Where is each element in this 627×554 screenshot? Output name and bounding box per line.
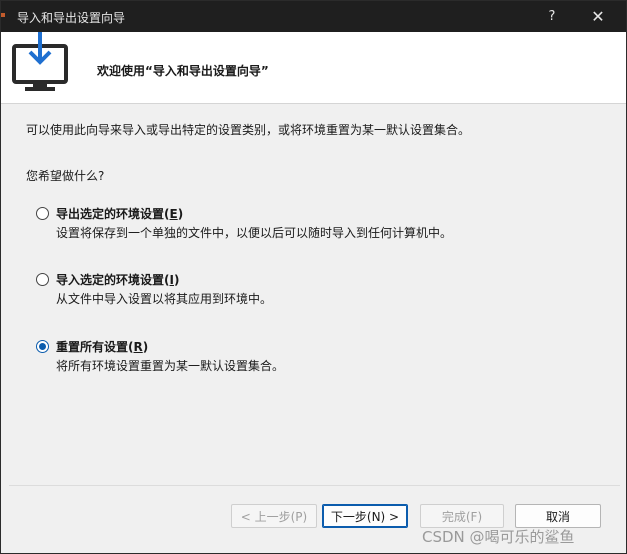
question-text: 您希望做什么? <box>26 169 105 183</box>
help-icon: ? <box>548 9 556 24</box>
help-button[interactable]: ? <box>532 1 572 32</box>
reset-settings-label: 重置所有设置(R) <box>56 340 149 354</box>
footer-divider <box>9 485 620 486</box>
import-settings-radio[interactable] <box>36 273 49 286</box>
back-button[interactable]: < 上一步(P) <box>231 504 317 528</box>
title-accent-mark <box>1 13 5 17</box>
import-settings-description: 从文件中导入设置以将其应用到环境中。 <box>56 292 273 306</box>
window-title: 导入和导出设置向导 <box>17 11 126 25</box>
wizard-header: 欢迎使用“导入和导出设置向导” <box>1 32 626 104</box>
export-settings-label: 导出选定的环境设置(E) <box>56 207 184 221</box>
reset-settings-radio[interactable] <box>36 340 49 353</box>
wizard-window: 导入和导出设置向导 ? ✕ 欢迎使用“导入和导出设置向导” 可以使用此向导来导入… <box>0 0 627 554</box>
import-export-monitor-icon <box>12 32 68 91</box>
intro-text: 可以使用此向导来导入或导出特定的设置类别，或将环境重置为某一默认设置集合。 <box>26 123 471 137</box>
title-bar[interactable]: 导入和导出设置向导 ? ✕ <box>1 1 626 32</box>
reset-settings-description: 将所有环境设置重置为某一默认设置集合。 <box>56 359 285 373</box>
wizard-content: 可以使用此向导来导入或导出特定的设置类别，或将环境重置为某一默认设置集合。 您希… <box>9 105 620 485</box>
finish-button[interactable]: 完成(F) <box>420 504 504 528</box>
csdn-watermark: CSDN @喝可乐的鲨鱼 <box>422 528 575 546</box>
next-button[interactable]: 下一步(N) > <box>322 504 408 528</box>
import-settings-label: 导入选定的环境设置(I) <box>56 273 180 287</box>
wizard-header-title: 欢迎使用“导入和导出设置向导” <box>97 64 269 78</box>
export-settings-radio[interactable] <box>36 207 49 220</box>
close-button[interactable]: ✕ <box>578 1 618 32</box>
close-icon: ✕ <box>591 7 605 26</box>
cancel-button[interactable]: 取消 <box>515 504 601 528</box>
export-settings-description: 设置将保存到一个单独的文件中，以便以后可以随时导入到任何计算机中。 <box>56 226 453 240</box>
